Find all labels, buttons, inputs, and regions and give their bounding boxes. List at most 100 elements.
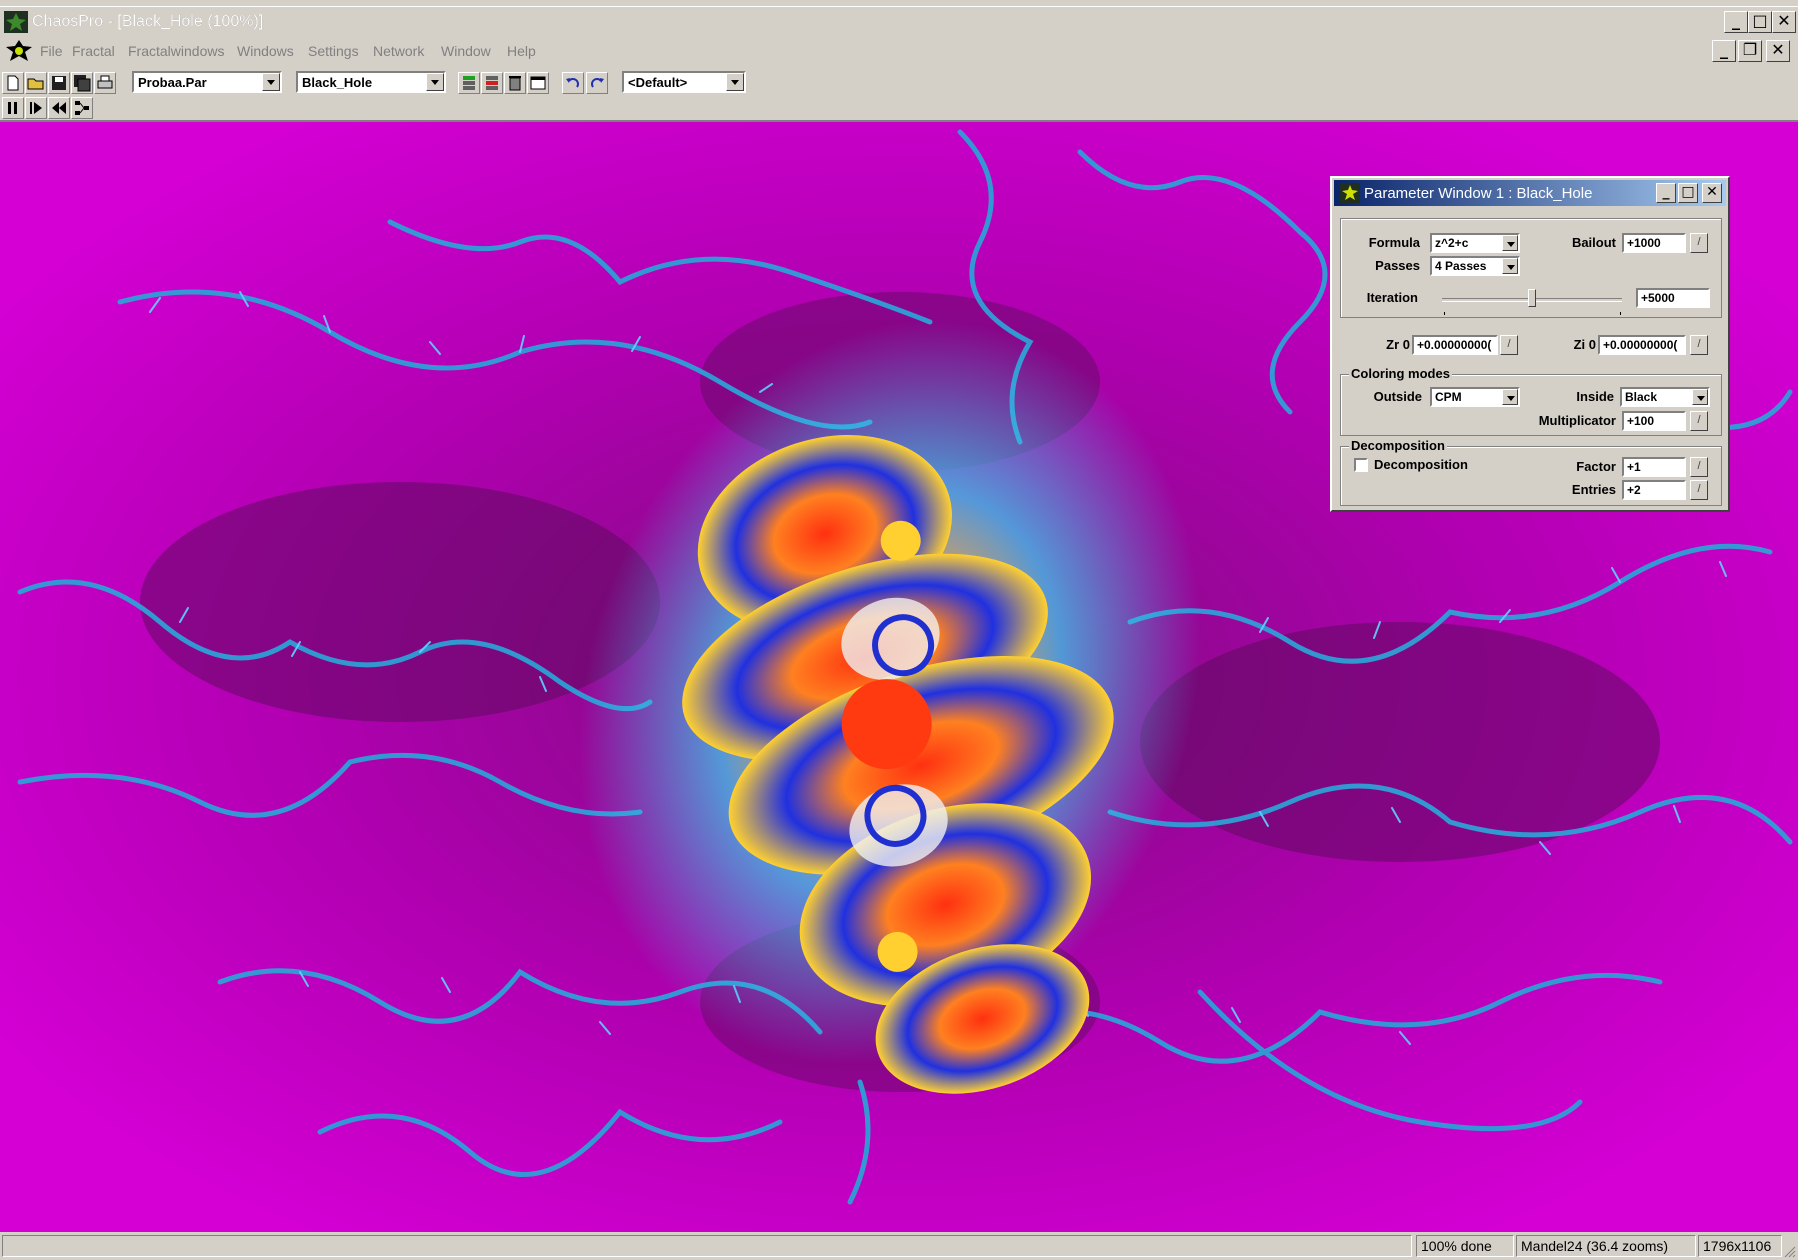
chevron-down-icon[interactable] — [1692, 389, 1708, 405]
menu-fractalwindows[interactable]: Fractalwindows — [128, 43, 224, 59]
open-file-button[interactable] — [25, 72, 47, 94]
delete-layer-button[interactable] — [504, 72, 526, 94]
network-render-button[interactable] — [71, 97, 93, 119]
rewind-icon — [52, 102, 66, 114]
minimize-button[interactable]: _ — [1724, 11, 1748, 33]
inside-value: Black — [1625, 390, 1658, 404]
app-titlebar: ChaosPro - [Black_Hole (100%)] _ □ ✕ — [0, 6, 1798, 37]
slider-tick — [1444, 312, 1445, 315]
new-file-button[interactable] — [2, 72, 24, 94]
parameter-file-value: Probaa.Par — [138, 75, 207, 90]
parameter-set-select[interactable]: Black_Hole — [296, 71, 446, 93]
pw-minimize-button[interactable]: _ — [1656, 183, 1676, 203]
save-button[interactable] — [48, 72, 70, 94]
print-icon — [97, 75, 113, 89]
layer-properties-button[interactable] — [527, 72, 549, 94]
iteration-slider-thumb[interactable] — [1528, 289, 1536, 307]
undo-icon — [566, 78, 579, 88]
pause-button[interactable] — [2, 97, 24, 119]
network-icon — [75, 101, 89, 115]
parameter-window-titlebar[interactable]: Parameter Window 1 : Black_Hole _ □ ✕ — [1334, 180, 1726, 206]
chevron-down-icon[interactable] — [726, 73, 744, 91]
layer-down-button[interactable] — [481, 72, 503, 94]
new-file-icon — [7, 75, 19, 91]
chevron-down-icon[interactable] — [262, 73, 280, 91]
entries-field[interactable]: +2 — [1622, 480, 1686, 500]
layers-red-icon — [486, 76, 498, 90]
status-bar: 100% done Mandel24 (36.4 zooms) 1796x110… — [0, 1232, 1798, 1260]
zr0-edit-button[interactable]: / — [1500, 335, 1518, 355]
decomposition-checkbox-label: Decomposition — [1374, 457, 1468, 472]
factor-field[interactable]: +1 — [1622, 457, 1686, 477]
zi0-field[interactable]: +0.00000000( — [1598, 335, 1686, 355]
redo-button[interactable] — [586, 72, 608, 94]
menu-network[interactable]: Network — [373, 43, 424, 59]
chevron-down-icon[interactable] — [426, 73, 444, 91]
menu-settings[interactable]: Settings — [308, 43, 359, 59]
status-resolution: 1796x1106 — [1698, 1235, 1782, 1257]
entries-edit-button[interactable]: / — [1690, 480, 1708, 500]
doc-close-button[interactable]: ✕ — [1766, 40, 1790, 62]
restart-button[interactable] — [48, 97, 70, 119]
inside-label: Inside — [1576, 389, 1614, 404]
doc-minimize-button[interactable]: _ — [1712, 40, 1736, 62]
doc-restore-button[interactable]: ❐ — [1738, 40, 1762, 62]
outside-value: CPM — [1435, 390, 1462, 404]
layer-up-button[interactable] — [458, 72, 480, 94]
menu-windows[interactable]: Windows — [237, 43, 294, 59]
pw-maximize-button[interactable]: □ — [1678, 183, 1698, 203]
multiplicator-field[interactable]: +100 — [1622, 411, 1686, 431]
chevron-down-icon[interactable] — [1502, 258, 1518, 274]
chevron-down-icon[interactable] — [1502, 389, 1518, 405]
formula-select[interactable]: z^2+c — [1430, 233, 1520, 253]
window-title: ChaosPro - [Black_Hole (100%)] — [32, 13, 264, 30]
formula-value: z^2+c — [1435, 236, 1469, 250]
layer-set-select[interactable]: <Default> — [622, 71, 746, 93]
layer-set-value: <Default> — [628, 75, 688, 90]
menu-fractal[interactable]: Fractal — [72, 43, 115, 59]
save-all-icon — [74, 75, 91, 92]
factor-label: Factor — [1576, 459, 1616, 474]
slider-tick — [1620, 312, 1621, 315]
zi0-edit-button[interactable]: / — [1690, 335, 1708, 355]
window-icon — [530, 76, 546, 90]
factor-edit-button[interactable]: / — [1690, 457, 1708, 477]
zr0-label: Zr 0 — [1386, 337, 1410, 352]
pw-close-button[interactable]: ✕ — [1702, 183, 1722, 203]
entries-label: Entries — [1571, 482, 1616, 497]
menu-help[interactable]: Help — [507, 43, 536, 59]
bailout-edit-button[interactable]: / — [1690, 233, 1708, 253]
undo-button[interactable] — [562, 72, 584, 94]
status-progress: 100% done — [1416, 1235, 1514, 1257]
maximize-button[interactable]: □ — [1748, 11, 1772, 33]
menu-window[interactable]: Window — [441, 43, 491, 59]
zi0-label: Zi 0 — [1573, 337, 1596, 352]
save-all-button[interactable] — [71, 72, 93, 94]
open-folder-icon — [27, 78, 44, 90]
status-formula-info: Mandel24 (36.4 zooms) — [1516, 1235, 1696, 1257]
passes-select[interactable]: 4 Passes — [1430, 256, 1520, 276]
document-icon[interactable] — [4, 39, 34, 63]
layers-green-icon — [463, 76, 475, 90]
iteration-field[interactable]: +5000 — [1636, 288, 1710, 308]
chaospro-app-icon — [1340, 183, 1360, 203]
chaospro-app-icon — [4, 11, 28, 33]
coloring-modes-title: Coloring modes — [1349, 366, 1452, 381]
main-toolbar: Probaa.Par Black_Hole <Default> — [0, 68, 1798, 98]
outside-select[interactable]: CPM — [1430, 387, 1520, 407]
decomposition-checkbox[interactable] — [1354, 458, 1368, 472]
menubar: File Fractal Fractalwindows Windows Sett… — [0, 37, 1798, 65]
zr0-field[interactable]: +0.00000000( — [1412, 335, 1498, 355]
bailout-field[interactable]: +1000 — [1622, 233, 1686, 253]
multiplicator-edit-button[interactable]: / — [1690, 411, 1708, 431]
resize-grip-icon[interactable] — [1782, 1244, 1796, 1258]
continue-button[interactable] — [25, 97, 47, 119]
parameter-set-value: Black_Hole — [302, 75, 373, 90]
close-button[interactable]: ✕ — [1772, 11, 1796, 33]
parameter-file-select[interactable]: Probaa.Par — [132, 71, 282, 93]
parameter-window: Parameter Window 1 : Black_Hole _ □ ✕ Fo… — [1330, 176, 1730, 512]
print-button[interactable] — [94, 72, 116, 94]
inside-select[interactable]: Black — [1620, 387, 1710, 407]
chevron-down-icon[interactable] — [1502, 235, 1518, 251]
menu-file[interactable]: File — [40, 43, 63, 59]
